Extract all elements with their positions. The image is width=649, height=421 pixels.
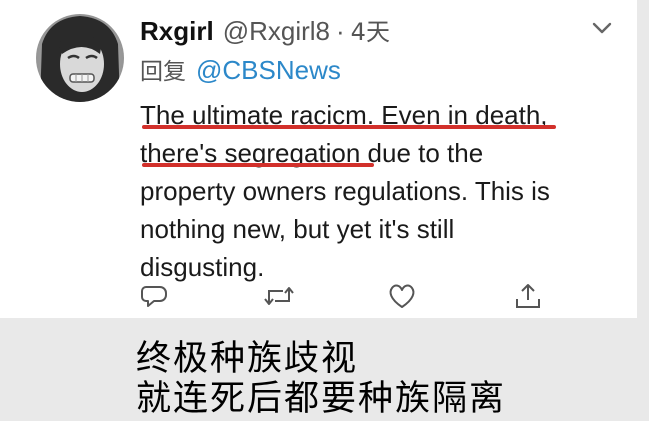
avatar[interactable] (36, 14, 124, 102)
share-icon[interactable] (514, 283, 542, 309)
red-underline (142, 125, 556, 129)
separator-dot: · (336, 16, 345, 46)
reply-mention-link[interactable]: @CBSNews (196, 55, 341, 86)
caption-line-2: 就连死后都要种族隔离 (136, 379, 507, 419)
timestamp[interactable]: 4天 (351, 12, 390, 47)
reply-context: 回复 @CBSNews (140, 52, 341, 86)
like-icon[interactable] (388, 283, 416, 309)
chevron-down-icon[interactable] (591, 20, 613, 36)
user-handle[interactable]: @Rxgirl8 (223, 16, 330, 47)
reply-label: 回复 (140, 59, 186, 85)
tweet-card: Rxgirl @Rxgirl8 · 4天 回复 @CBSNews The ult… (0, 0, 637, 318)
tweet-header: Rxgirl @Rxgirl8 · 4天 (140, 12, 390, 48)
tweet-text-line: disgusting. (140, 252, 265, 282)
tweet-text-line: property owners regulations. This is (140, 176, 550, 206)
tweet-text-line: nothing new, but yet it's still (140, 214, 455, 244)
red-underline (142, 163, 374, 167)
display-name[interactable]: Rxgirl (140, 16, 214, 47)
avatar-image (36, 14, 124, 102)
retweet-icon[interactable] (263, 283, 295, 309)
reply-icon[interactable] (140, 283, 168, 309)
